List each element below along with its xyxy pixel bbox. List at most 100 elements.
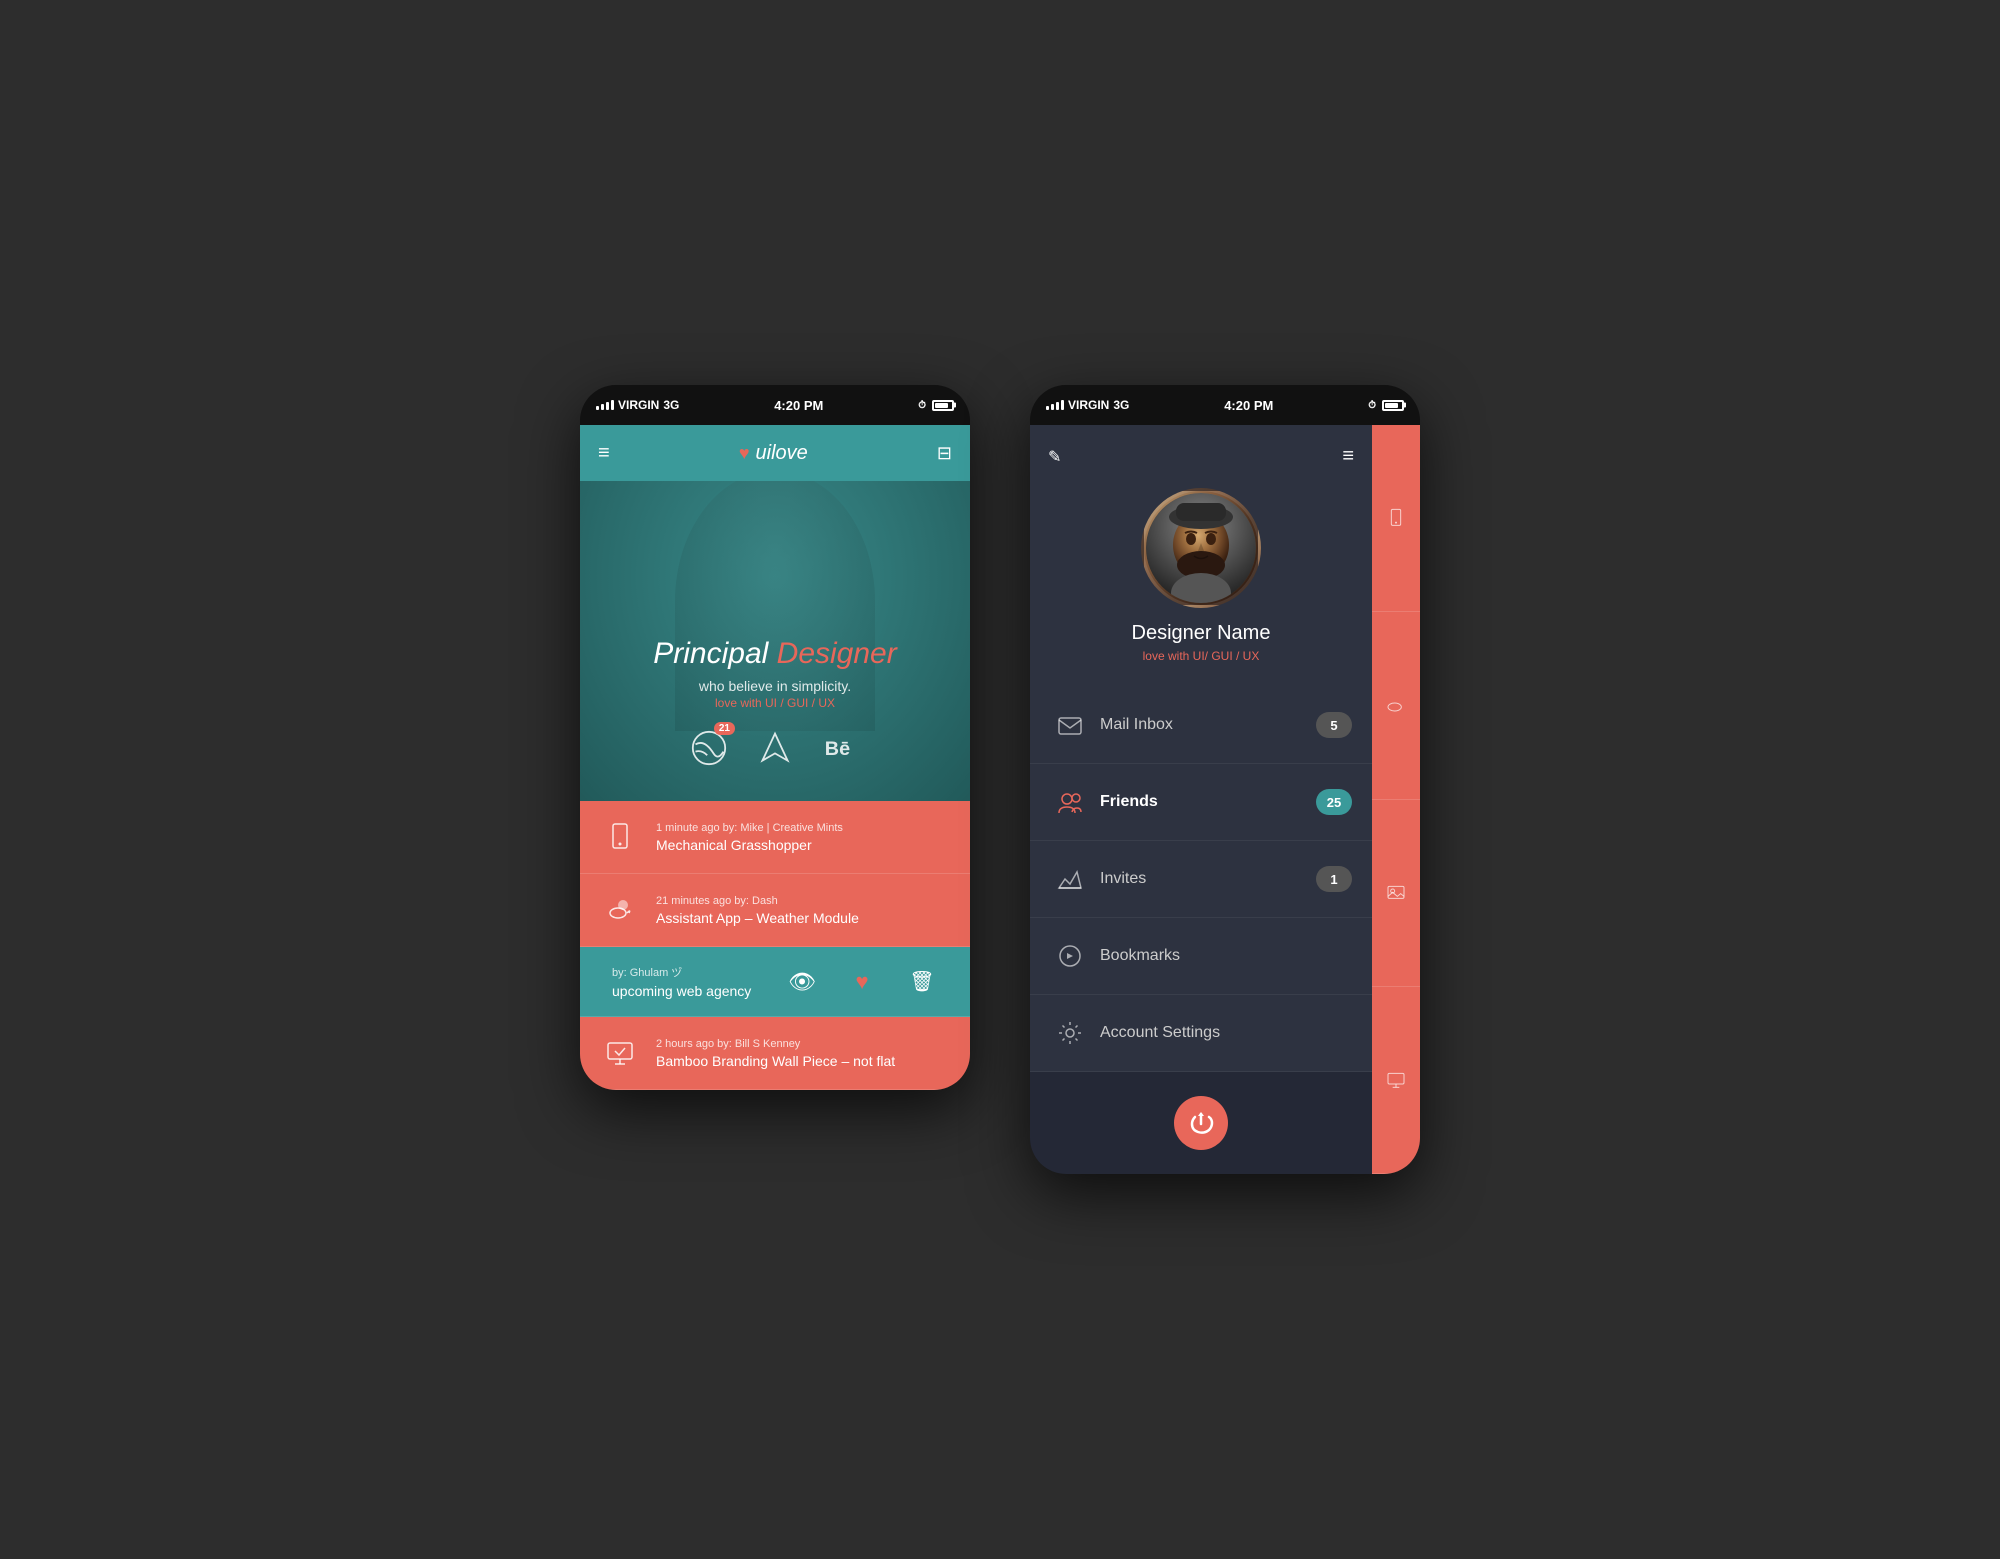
- avatar-svg: [1146, 493, 1256, 603]
- feed-meta-4: 2 hours ago by: Bill S Kenney: [656, 1038, 952, 1050]
- hero-tagline: love with UI / GUI / UX: [653, 696, 896, 710]
- network-label-2: 3G: [1113, 398, 1129, 412]
- network-label: 3G: [663, 398, 679, 412]
- menu-item-bookmarks[interactable]: Bookmarks: [1030, 918, 1372, 995]
- signal-bar-3: [606, 402, 609, 410]
- avatar: [1141, 488, 1261, 608]
- status-right-1: ⏱: [918, 400, 954, 411]
- view-button[interactable]: 👁: [772, 969, 832, 995]
- status-left-2: VIRGIN 3G: [1046, 398, 1129, 412]
- sidebar-menu: Mail Inbox 5 Frien: [1030, 687, 1372, 1072]
- invites-icon: [1057, 866, 1083, 892]
- hero-banner: Principal Designer who believe in simpli…: [580, 481, 970, 801]
- behance-icon: Bē: [823, 730, 859, 766]
- strip-item-phone: [1372, 425, 1420, 612]
- app-logo: ♥ uilove: [739, 442, 808, 465]
- hero-subtitle: who believe in simplicity.: [653, 678, 896, 694]
- like-button[interactable]: ♥: [832, 969, 892, 995]
- menu-item-invites[interactable]: Invites 1: [1030, 841, 1372, 918]
- briefcase-icon[interactable]: ⊟: [937, 443, 952, 464]
- signal-bar-4: [611, 400, 614, 410]
- menu-label-mail: Mail Inbox: [1100, 716, 1316, 734]
- signal-bar2-2: [1051, 404, 1054, 410]
- feed-icon-cloud: [598, 888, 642, 932]
- hamburger-icon-2[interactable]: ≡: [1342, 445, 1354, 468]
- edit-icon[interactable]: ✎: [1048, 447, 1061, 467]
- signal-bar-1: [596, 406, 599, 410]
- logout-button[interactable]: [1174, 1096, 1228, 1150]
- feed-item-text-1: 1 minute ago by: Mike | Creative Mints M…: [656, 822, 952, 853]
- clock-icon-2: ⏱: [1368, 400, 1376, 411]
- hero-text: Principal Designer who believe in simpli…: [653, 636, 896, 710]
- friends-icon: [1057, 789, 1083, 815]
- side-strip: [1372, 425, 1420, 1174]
- phone-icon: [605, 822, 635, 852]
- mail-badge: 5: [1316, 712, 1352, 738]
- social-dribbble[interactable]: 21: [691, 730, 727, 771]
- battery-icon: [932, 400, 954, 411]
- signal-bars: [596, 400, 614, 410]
- bookmarks-icon-wrap: [1050, 936, 1090, 976]
- phone-screen-2: VIRGIN 3G 4:20 PM ⏱ ✎ ≡: [1030, 385, 1420, 1174]
- mail-icon: [1057, 712, 1083, 738]
- settings-icon-wrap: [1050, 1013, 1090, 1053]
- clock-icon: ⏱: [918, 400, 926, 411]
- mail-icon-wrap: [1050, 705, 1090, 745]
- delete-button[interactable]: 🗑: [892, 969, 952, 994]
- screen2-main: ✎ ≡: [1030, 425, 1372, 1174]
- feed-title-3: upcoming web agency: [612, 983, 772, 999]
- strip-monitor-icon: [1386, 1070, 1406, 1090]
- profile-top-nav: ✎ ≡: [1048, 445, 1354, 468]
- signal-bar2-1: [1046, 406, 1049, 410]
- menu-item-friends[interactable]: Friends 25: [1030, 764, 1372, 841]
- status-left-1: VIRGIN 3G: [596, 398, 679, 412]
- profile-tagline: love with UI/ GUI / UX: [1143, 649, 1260, 663]
- profile-bottom: [1030, 1072, 1372, 1174]
- menu-item-mail[interactable]: Mail Inbox 5: [1030, 687, 1372, 764]
- menu-label-bookmarks: Bookmarks: [1100, 947, 1352, 965]
- profile-header: ✎ ≡: [1030, 425, 1372, 687]
- status-bar-2: VIRGIN 3G 4:20 PM ⏱: [1030, 385, 1420, 425]
- social-arrivals[interactable]: [757, 730, 793, 771]
- menu-item-settings[interactable]: Account Settings: [1030, 995, 1372, 1072]
- friends-icon-wrap: [1050, 782, 1090, 822]
- screens-container: VIRGIN 3G 4:20 PM ⏱ ≡ ♥ uilove ⊟: [580, 385, 1420, 1174]
- battery-icon-2: [1382, 400, 1404, 411]
- carrier-label-2: VIRGIN: [1068, 398, 1109, 412]
- swipe-actions: 👁 ♥ 🗑: [772, 969, 952, 995]
- dribbble-icon: [691, 730, 727, 766]
- signal-bar2-4: [1061, 400, 1064, 410]
- strip-item-image: [1372, 800, 1420, 987]
- logo-text: uilove: [756, 442, 808, 465]
- feed-title-4: Bamboo Branding Wall Piece – not flat: [656, 1053, 952, 1069]
- svg-text:Bē: Bē: [825, 738, 850, 760]
- hero-title: Principal Designer: [653, 636, 896, 672]
- feed-item-text-4: 2 hours ago by: Bill S Kenney Bamboo Bra…: [656, 1038, 952, 1069]
- signal-bar-2: [601, 404, 604, 410]
- invites-badge: 1: [1316, 866, 1352, 892]
- phone-screen-1: VIRGIN 3G 4:20 PM ⏱ ≡ ♥ uilove ⊟: [580, 385, 970, 1090]
- avatar-face: [1146, 493, 1256, 603]
- social-icons: 21 Bē: [691, 730, 859, 771]
- logout-icon: [1188, 1110, 1214, 1136]
- strip-item-cloud: [1372, 612, 1420, 799]
- feed-meta-1: 1 minute ago by: Mike | Creative Mints: [656, 822, 952, 834]
- feed-item-3[interactable]: by: Ghulam ヅ upcoming web agency 👁 ♥ 🗑: [580, 947, 970, 1017]
- strip-phone-icon: [1386, 508, 1406, 528]
- feed-item-2[interactable]: 21 minutes ago by: Dash Assistant App – …: [580, 874, 970, 947]
- hero-title-plain: Principal: [653, 637, 768, 670]
- signal-bar2-3: [1056, 402, 1059, 410]
- feed-title-2: Assistant App – Weather Module: [656, 910, 952, 926]
- menu-label-settings: Account Settings: [1100, 1024, 1352, 1042]
- hamburger-icon[interactable]: ≡: [598, 442, 610, 465]
- menu-label-invites: Invites: [1100, 870, 1316, 888]
- bookmark-icon: [1057, 943, 1083, 969]
- hero-title-highlight: Designer: [777, 637, 897, 670]
- feed-item-4[interactable]: 2 hours ago by: Bill S Kenney Bamboo Bra…: [580, 1017, 970, 1090]
- social-behance[interactable]: Bē: [823, 730, 859, 771]
- app-header: ≡ ♥ uilove ⊟: [580, 425, 970, 481]
- screen2-body: ✎ ≡: [1030, 425, 1420, 1174]
- strip-image-icon: [1386, 883, 1406, 903]
- feed-item-1[interactable]: 1 minute ago by: Mike | Creative Mints M…: [580, 801, 970, 874]
- status-bar-1: VIRGIN 3G 4:20 PM ⏱: [580, 385, 970, 425]
